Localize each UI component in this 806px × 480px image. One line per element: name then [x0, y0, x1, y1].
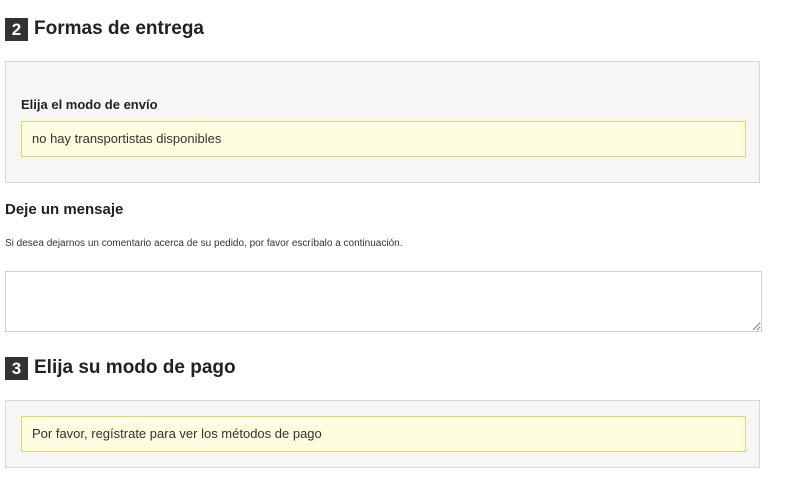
- no-carrier-notice: no hay transportistas disponibles: [21, 121, 746, 157]
- delivery-box: Elija el modo de envío no hay transporti…: [5, 61, 760, 183]
- carrier-label: Elija el modo de envío: [21, 97, 158, 112]
- delivery-heading: 2 Formas de entrega: [5, 17, 204, 41]
- checkout-page: 2 Formas de entrega Elija el modo de env…: [0, 0, 806, 480]
- message-hint: Si desea dejarnos un comentario acerca d…: [5, 238, 403, 249]
- payment-login-notice: Por favor, regístrate para ver los métod…: [21, 416, 746, 452]
- delivery-title: Formas de entrega: [34, 18, 204, 39]
- payment-heading: 3 Elija su modo de pago: [5, 356, 236, 380]
- step-number-badge: 2: [5, 17, 28, 41]
- message-title: Deje un mensaje: [5, 201, 124, 218]
- message-textarea[interactable]: [5, 271, 762, 332]
- payment-box: Por favor, regístrate para ver los métod…: [5, 400, 760, 468]
- step-number-badge: 3: [5, 356, 28, 380]
- payment-title: Elija su modo de pago: [34, 357, 236, 378]
